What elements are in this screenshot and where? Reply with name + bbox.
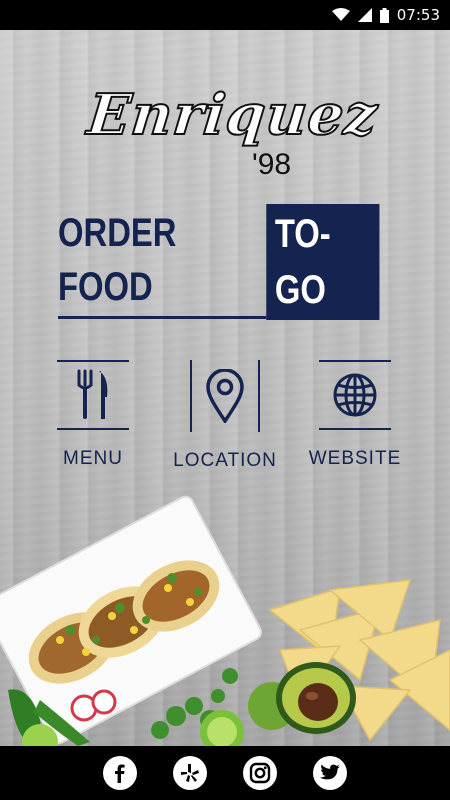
- battery-icon: [379, 7, 389, 23]
- yelp-button[interactable]: [173, 756, 207, 790]
- twitter-button[interactable]: [313, 756, 347, 790]
- brand-logo: Enriquez '98: [80, 78, 382, 188]
- website-label: WEBSITE: [308, 448, 402, 469]
- yelp-icon: [181, 764, 199, 782]
- facebook-button[interactable]: [103, 756, 137, 790]
- menu-icon-frame: [57, 360, 129, 430]
- brand-name: Enriquez: [84, 81, 382, 149]
- website-icon-frame: [319, 360, 391, 430]
- headline-order-food: ORDER FOOD: [58, 206, 267, 319]
- website-button[interactable]: WEBSITE: [290, 360, 420, 470]
- status-time: 07:53: [396, 6, 440, 24]
- food-photo: [0, 495, 450, 746]
- social-bar: [0, 746, 450, 800]
- headline: ORDER FOOD TO-GO: [58, 204, 380, 320]
- menu-label: MENU: [63, 448, 123, 469]
- menu-button[interactable]: MENU: [28, 360, 158, 470]
- status-bar: 07:53: [0, 0, 450, 30]
- app-screen: Enriquez '98 ORDER FOOD TO-GO MENU LOCAT…: [0, 30, 450, 746]
- wifi-icon: [331, 8, 350, 21]
- instagram-icon: [249, 762, 271, 784]
- facebook-icon: [115, 764, 125, 783]
- map-pin-icon: [206, 369, 244, 423]
- globe-icon: [333, 373, 377, 417]
- headline-to-go: TO-GO: [266, 204, 380, 320]
- avocado: [276, 662, 356, 734]
- brand-year: '98: [252, 148, 292, 181]
- location-label: LOCATION: [173, 450, 277, 471]
- fork-knife-icon: [77, 369, 108, 419]
- location-icon-frame: [190, 360, 260, 432]
- twitter-icon: [320, 764, 340, 780]
- signal-icon: [357, 8, 372, 22]
- instagram-button[interactable]: [243, 756, 277, 790]
- location-button[interactable]: LOCATION: [160, 360, 290, 472]
